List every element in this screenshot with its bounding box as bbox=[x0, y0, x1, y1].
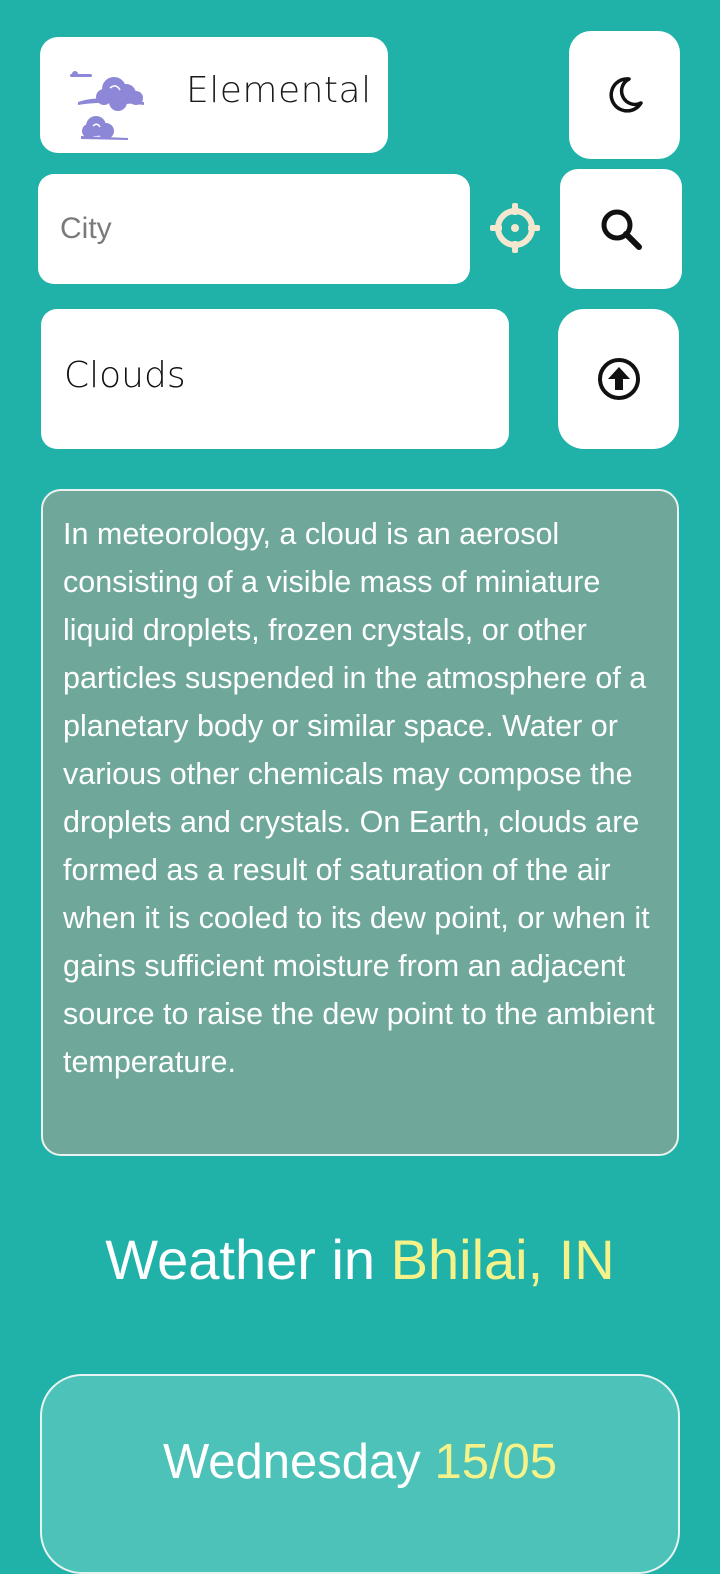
clouds-logo-icon bbox=[70, 71, 144, 140]
city-search-input[interactable] bbox=[38, 174, 470, 284]
forecast-day: Wednesday bbox=[162, 1435, 421, 1489]
forecast-date: 15/05 bbox=[434, 1435, 558, 1489]
weather-type-label: Clouds bbox=[64, 355, 186, 396]
weather-location: Bhilai, IN bbox=[390, 1228, 615, 1291]
forecast-day-heading: Wednesday 15/05 bbox=[0, 1434, 720, 1490]
weather-heading: Weather in Bhilai, IN bbox=[0, 1227, 720, 1292]
app-title: Elemental bbox=[186, 70, 372, 111]
search-button[interactable] bbox=[560, 169, 682, 289]
weather-heading-prefix: Weather in bbox=[105, 1228, 391, 1291]
theme-toggle-button[interactable] bbox=[569, 31, 680, 159]
scroll-top-button[interactable] bbox=[558, 309, 679, 449]
arrow-up-circle-icon bbox=[597, 358, 640, 400]
crosshair-icon[interactable] bbox=[488, 201, 542, 255]
weather-description: In meteorology, a cloud is an aerosol co… bbox=[63, 517, 655, 1079]
moon-icon bbox=[608, 77, 643, 113]
search-icon bbox=[601, 209, 642, 250]
